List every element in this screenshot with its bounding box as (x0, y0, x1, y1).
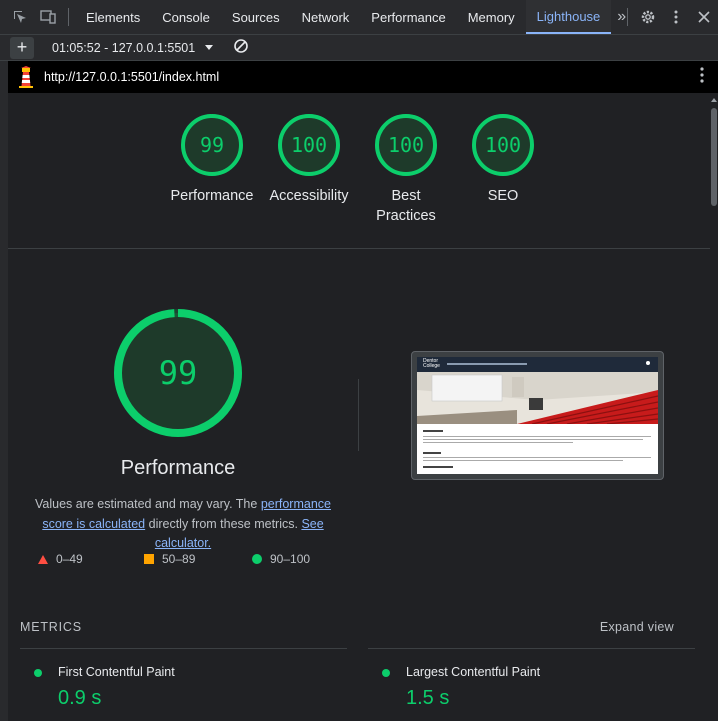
performance-heading: Performance (120, 457, 236, 479)
performance-score-value: 99 (159, 354, 198, 392)
lighthouse-report: 99 Performance 100 Accessibility 100 Bes… (8, 93, 710, 721)
gauge-score: 100 (388, 133, 424, 157)
placeholder-line (423, 439, 643, 440)
metric-lcp: Largest Contentful Paint 1.5 s (368, 648, 695, 721)
placeholder-line (423, 430, 443, 432)
toolbar-divider (68, 8, 69, 26)
pass-circle-icon (382, 669, 390, 677)
close-devtools-icon[interactable] (690, 0, 718, 34)
screenshot-navbar: Dentor College (417, 357, 658, 372)
tab-lighthouse[interactable]: Lighthouse (525, 0, 612, 34)
metric-value: 1.5 s (406, 687, 450, 709)
gauge-seo[interactable]: 100 SEO (453, 113, 553, 206)
devtools-tab-bar: Elements Console Sources Network Perform… (0, 0, 718, 35)
placeholder-line (423, 457, 651, 458)
gauge-label: Accessibility (269, 188, 349, 204)
lecture-hall-photo (417, 372, 658, 424)
metric-value: 0.9 s (58, 687, 102, 709)
tab-sources[interactable]: Sources (221, 0, 291, 34)
square-icon (144, 554, 154, 564)
gauge-ring: 100 (472, 114, 534, 176)
gauge-ring: 100 (278, 114, 340, 176)
metrics-header: METRICS Expand view (20, 620, 692, 634)
pass-circle-icon (34, 669, 42, 677)
toolbar-right-actions (621, 0, 718, 34)
report-select-value: 01:05:52 - 127.0.0.1:5501 (52, 40, 196, 55)
gauge-score: 99 (200, 133, 224, 157)
gauge-score: 100 (485, 133, 521, 157)
legend-average: 50–89 (144, 552, 195, 566)
tab-performance[interactable]: Performance (360, 0, 456, 34)
gauge-label: SEO (487, 188, 519, 204)
performance-description: Values are estimated and may vary. The p… (18, 495, 348, 554)
clear-all-icon[interactable] (233, 38, 249, 57)
toolbar-divider (627, 8, 628, 26)
report-select-dropdown[interactable]: 01:05:52 - 127.0.0.1:5501 (52, 40, 214, 55)
report-url: http://127.0.0.1:5501/index.html (44, 70, 220, 84)
desc-text: directly from these metrics. (145, 516, 302, 531)
placeholder-line (423, 466, 453, 468)
gauge-accessibility[interactable]: 100 Accessibility (259, 113, 359, 206)
scrollbar-thumb[interactable] (711, 108, 717, 206)
lighthouse-logo-icon (18, 66, 34, 88)
inspect-element-icon[interactable] (6, 0, 34, 34)
device-toolbar-icon[interactable] (34, 0, 62, 34)
tab-network[interactable]: Network (291, 0, 361, 34)
gauge-best-practices[interactable]: 100 Best Practices (356, 113, 456, 226)
report-url-bar: http://127.0.0.1:5501/index.html (8, 61, 718, 93)
gauge-score: 100 (291, 133, 327, 157)
screenshot-text-area (417, 424, 658, 474)
placeholder-line (423, 442, 573, 443)
tab-elements[interactable]: Elements (75, 0, 151, 34)
legend-range: 0–49 (56, 552, 83, 566)
gauge-performance[interactable]: 99 Performance (162, 113, 262, 206)
legend-range: 50–89 (162, 552, 196, 566)
screenshot-nav-dot (646, 361, 650, 365)
tab-console[interactable]: Console (151, 0, 221, 34)
metric-name: Largest Contentful Paint (406, 665, 541, 679)
settings-gear-icon[interactable] (634, 0, 662, 34)
lighthouse-toolbar: + 01:05:52 - 127.0.0.1:5501 (0, 35, 718, 61)
score-summary: 99 Performance 100 Accessibility 100 Bes… (8, 93, 710, 249)
tab-memory[interactable]: Memory (457, 0, 526, 34)
metrics-title: METRICS (20, 620, 82, 634)
report-menu-kebab-icon[interactable] (700, 67, 704, 86)
gauge-ring: 99 (181, 114, 243, 176)
placeholder-line (423, 452, 441, 454)
panel-left-edge (0, 61, 8, 721)
scroll-up-arrow-icon[interactable] (710, 96, 718, 104)
desc-text: Values are estimated and may vary. The (35, 497, 261, 511)
new-report-button[interactable]: + (10, 36, 34, 59)
triangle-icon (38, 554, 48, 564)
screenshot-nav-links (447, 363, 527, 365)
legend-fail: 0–49 (38, 552, 83, 566)
chevron-down-icon (205, 44, 214, 50)
section-divider (358, 379, 359, 451)
metric-name: First Contentful Paint (58, 665, 175, 679)
final-screenshot-thumbnail[interactable]: Dentor College (411, 351, 664, 480)
placeholder-line (423, 436, 651, 437)
legend-pass: 90–100 (252, 552, 310, 566)
logo-line: College (423, 363, 440, 369)
metric-fcp: First Contentful Paint 0.9 s (20, 648, 347, 721)
performance-big-gauge: 99 (114, 309, 242, 437)
circle-icon (252, 554, 262, 564)
gauge-label: Performance (170, 188, 254, 204)
more-options-kebab-icon[interactable] (662, 0, 690, 34)
legend-range: 90–100 (270, 552, 311, 566)
gauge-ring: 100 (375, 114, 437, 176)
gauge-label: Best Practices (376, 188, 436, 224)
expand-view-toggle[interactable]: Expand view (600, 620, 674, 634)
screenshot-logo: Dentor College (423, 359, 440, 369)
placeholder-line (423, 460, 623, 461)
screenshot-image: Dentor College (417, 357, 658, 474)
